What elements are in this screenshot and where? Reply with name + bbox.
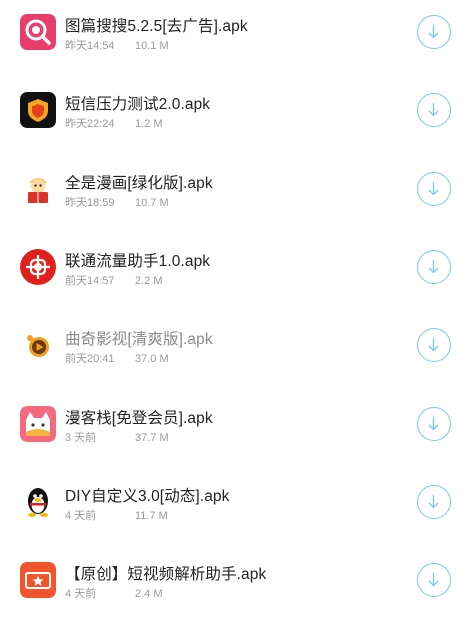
download-button[interactable] bbox=[417, 563, 451, 597]
download-arrow-icon bbox=[428, 260, 439, 274]
download-arrow-icon bbox=[428, 495, 439, 509]
download-button[interactable] bbox=[417, 15, 451, 49]
file-name: DIY自定义3.0[动态].apk bbox=[65, 488, 230, 505]
download-button[interactable] bbox=[417, 250, 451, 284]
file-meta: 昨天14:54 10.1 M bbox=[65, 37, 169, 53]
download-button[interactable] bbox=[417, 93, 451, 127]
download-arrow-icon bbox=[428, 182, 439, 196]
video-star-app-icon bbox=[20, 562, 56, 598]
file-name: 图篇搜搜5.2.5[去广告].apk bbox=[65, 18, 248, 35]
download-button[interactable] bbox=[417, 407, 451, 441]
file-meta: 前天14:57 2.2 M bbox=[65, 272, 163, 288]
download-arrow-icon bbox=[428, 338, 439, 352]
file-name: 短信压力测试2.0.apk bbox=[65, 96, 211, 113]
file-size: 10.7 M bbox=[135, 197, 169, 209]
download-arrow-icon bbox=[428, 573, 439, 587]
file-size: 2.4 M bbox=[135, 588, 163, 600]
download-button[interactable] bbox=[417, 328, 451, 362]
comic-reader-app-icon bbox=[20, 171, 56, 207]
cookie-play-app-icon bbox=[20, 327, 56, 363]
list-item[interactable]: 曲奇影视[清爽版].apk 前天20:41 37.0 M bbox=[0, 313, 472, 391]
download-time: 昨天14:54 bbox=[65, 40, 115, 52]
file-name: 全是漫画[绿化版].apk bbox=[65, 175, 213, 192]
file-meta: 前天20:41 37.0 M bbox=[65, 350, 169, 366]
file-name: 联通流量助手1.0.apk bbox=[65, 253, 211, 270]
file-name: 【原创】短视频解析助手.apk bbox=[65, 566, 267, 583]
list-item[interactable]: 短信压力测试2.0.apk 昨天22:24 1.2 M bbox=[0, 78, 472, 156]
download-time: 4 天前 bbox=[65, 510, 97, 522]
shield-app-icon bbox=[20, 92, 56, 128]
download-list: 图篇搜搜5.2.5[去广告].apk 昨天14:54 10.1 M 短信压力测试2… bbox=[0, 0, 472, 629]
download-time: 3 天前 bbox=[65, 432, 97, 444]
file-meta: 4 天前 2.4 M bbox=[65, 585, 163, 601]
list-item[interactable]: 图篇搜搜5.2.5[去广告].apk 昨天14:54 10.1 M bbox=[0, 0, 472, 78]
download-arrow-icon bbox=[428, 417, 439, 431]
magnifier-app-icon bbox=[20, 14, 56, 50]
list-item[interactable]: 全是漫画[绿化版].apk 昨天18:59 10.7 M bbox=[0, 157, 472, 235]
download-arrow-icon bbox=[428, 103, 439, 117]
file-size: 37.7 M bbox=[135, 432, 169, 444]
file-size: 2.2 M bbox=[135, 275, 163, 287]
file-size: 1.2 M bbox=[135, 118, 163, 130]
download-arrow-icon bbox=[428, 25, 439, 39]
cat-comic-app-icon bbox=[20, 406, 56, 442]
list-item[interactable]: 漫客栈[免登会员].apk 3 天前 37.7 M bbox=[0, 392, 472, 470]
list-item[interactable]: DIY自定义3.0[动态].apk 4 天前 11.7 M bbox=[0, 470, 472, 548]
download-time: 4 天前 bbox=[65, 588, 97, 600]
file-name: 曲奇影视[清爽版].apk bbox=[65, 331, 213, 348]
file-size: 10.1 M bbox=[135, 40, 169, 52]
penguin-app-icon bbox=[20, 484, 56, 520]
file-meta: 昨天22:24 1.2 M bbox=[65, 115, 163, 131]
download-time: 前天14:57 bbox=[65, 275, 115, 287]
file-size: 11.7 M bbox=[135, 510, 168, 522]
download-button[interactable] bbox=[417, 172, 451, 206]
china-unicom-app-icon bbox=[20, 249, 56, 285]
file-meta: 3 天前 37.7 M bbox=[65, 429, 169, 445]
list-item[interactable]: 【原创】短视频解析助手.apk 4 天前 2.4 M bbox=[0, 548, 472, 626]
download-button[interactable] bbox=[417, 485, 451, 519]
download-time: 前天20:41 bbox=[65, 353, 115, 365]
file-size: 37.0 M bbox=[135, 353, 169, 365]
file-meta: 昨天18:59 10.7 M bbox=[65, 194, 169, 210]
download-time: 昨天18:59 bbox=[65, 197, 115, 209]
file-meta: 4 天前 11.7 M bbox=[65, 507, 168, 523]
list-item[interactable]: 联通流量助手1.0.apk 前天14:57 2.2 M bbox=[0, 235, 472, 313]
download-time: 昨天22:24 bbox=[65, 118, 115, 130]
file-name: 漫客栈[免登会员].apk bbox=[65, 410, 213, 427]
